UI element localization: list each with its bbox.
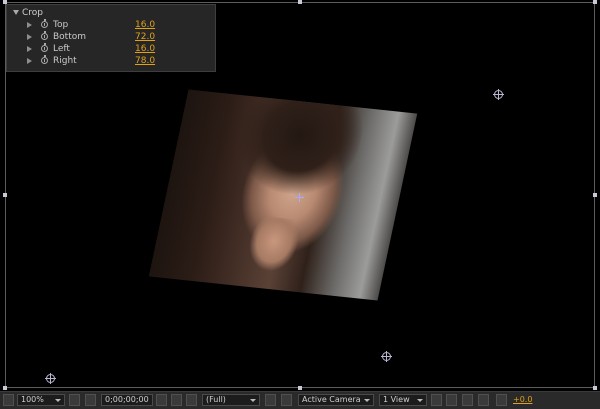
toggle-pixel-aspect-icon[interactable] <box>431 394 442 406</box>
region-of-interest-icon[interactable] <box>265 394 276 406</box>
mask-visibility-icon[interactable] <box>85 394 96 406</box>
twirl-triangle-icon[interactable] <box>27 22 32 28</box>
show-snapshot-icon[interactable] <box>171 394 182 406</box>
frame-handle-top-right[interactable] <box>593 0 597 4</box>
fast-previews-icon[interactable] <box>446 394 457 406</box>
property-value[interactable]: 16.0 <box>135 43 155 55</box>
corner-pin-icon-bottom-right[interactable] <box>381 351 392 362</box>
frame-handle-bottom-left[interactable] <box>3 386 7 390</box>
property-row-bottom[interactable]: Bottom 72.0 <box>7 31 215 43</box>
zoom-dropdown[interactable]: 100% <box>17 394 65 406</box>
frame-handle-middle-left[interactable] <box>3 193 7 197</box>
flowchart-icon[interactable] <box>478 394 489 406</box>
transparency-grid-icon[interactable] <box>281 394 292 406</box>
view-layout-dropdown[interactable]: 1 View <box>379 394 427 406</box>
color-channels-icon[interactable] <box>186 394 197 406</box>
anchor-point-icon[interactable] <box>295 193 304 202</box>
effect-name: Crop <box>22 8 44 18</box>
property-value[interactable]: 78.0 <box>135 55 155 67</box>
resolution-value: (Full) <box>206 395 226 404</box>
exposure-value[interactable]: +0.0 <box>513 394 532 406</box>
timecode-value: 0;00;00;00 <box>105 395 149 404</box>
frame-handle-middle-right[interactable] <box>593 193 597 197</box>
property-value[interactable]: 72.0 <box>135 31 155 43</box>
property-row-left[interactable]: Left 16.0 <box>7 43 215 55</box>
twirl-triangle-icon[interactable] <box>27 46 32 52</box>
safe-margins-icon[interactable] <box>69 394 80 406</box>
zoom-value: 100% <box>21 395 44 404</box>
reset-exposure-icon[interactable] <box>496 394 507 406</box>
stopwatch-icon[interactable] <box>41 31 48 40</box>
frame-handle-bottom-center[interactable] <box>298 386 302 390</box>
property-row-right[interactable]: Right 78.0 <box>7 55 215 67</box>
stopwatch-icon[interactable] <box>41 43 48 52</box>
views-value: 1 View <box>383 395 410 404</box>
timeline-icon[interactable] <box>462 394 473 406</box>
current-time-field[interactable]: 0;00;00;00 <box>101 394 153 406</box>
frame-handle-top-center[interactable] <box>298 0 302 4</box>
property-label: Bottom <box>53 32 87 42</box>
cropped-image-layer[interactable] <box>148 89 418 301</box>
property-label: Left <box>53 44 70 54</box>
corner-pin-icon-bottom-left[interactable] <box>45 373 56 384</box>
expand-arrow-icon[interactable] <box>13 10 19 15</box>
camera-value: Active Camera <box>302 395 361 404</box>
effect-controls-overlay: Crop Top 16.0 Bottom 72.0 Left 16.0 Righ… <box>6 4 216 72</box>
camera-view-dropdown[interactable]: Active Camera <box>298 394 374 406</box>
property-value[interactable]: 16.0 <box>135 19 155 31</box>
twirl-triangle-icon[interactable] <box>27 58 32 64</box>
property-label: Right <box>53 56 77 66</box>
crop-effect-header[interactable]: Crop <box>7 7 215 19</box>
stopwatch-icon[interactable] <box>41 19 48 28</box>
viewer-toolbar: 100% 0;00;00;00 (Full) Active Camera 1 V… <box>0 391 600 409</box>
resolution-dropdown[interactable]: (Full) <box>202 394 260 406</box>
frame-handle-bottom-right[interactable] <box>593 386 597 390</box>
always-preview-icon[interactable] <box>3 394 14 406</box>
property-label: Top <box>53 20 69 30</box>
composition-viewer[interactable]: Crop Top 16.0 Bottom 72.0 Left 16.0 Righ… <box>0 0 600 391</box>
twirl-triangle-icon[interactable] <box>27 34 32 40</box>
property-row-top[interactable]: Top 16.0 <box>7 19 215 31</box>
snapshot-camera-icon[interactable] <box>156 394 167 406</box>
stopwatch-icon[interactable] <box>41 55 48 64</box>
corner-pin-icon-top-right[interactable] <box>493 89 504 100</box>
